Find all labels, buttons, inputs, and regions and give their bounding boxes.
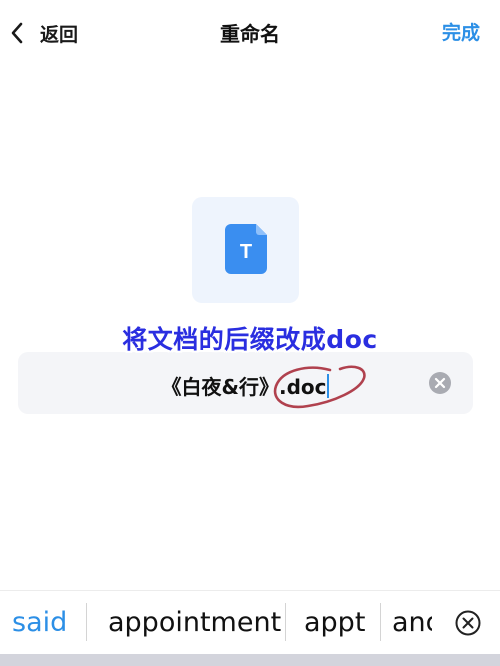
rename-screen: 返回 重命名 完成 T 将文档的后缀改成doc 《白夜&行》.doc said … <box>0 0 500 666</box>
dismiss-suggestions-button[interactable] <box>454 609 482 641</box>
suggestion-item[interactable]: appointment <box>108 607 281 638</box>
clear-input-button[interactable] <box>429 372 451 394</box>
annotation-caption: 将文档的后缀改成doc <box>122 325 378 354</box>
divider <box>285 603 286 641</box>
back-button[interactable]: 返回 <box>10 14 78 52</box>
divider <box>86 603 87 641</box>
text-document-icon: T <box>225 224 267 274</box>
top-bar: 返回 重命名 完成 <box>0 0 500 66</box>
done-button[interactable]: 完成 <box>442 18 480 45</box>
back-label: 返回 <box>40 23 79 46</box>
filename-value: 《白夜&行》.doc <box>18 371 473 400</box>
suggestion-item[interactable]: said <box>12 607 67 638</box>
filename-base: 《白夜&行》 <box>161 375 279 399</box>
suggestion-item[interactable]: appt <box>304 607 365 638</box>
filename-input[interactable]: 《白夜&行》.doc <box>18 352 473 414</box>
file-type-letter: T <box>240 241 252 263</box>
filename-extension: .doc <box>278 375 327 399</box>
chevron-left-icon <box>11 22 23 44</box>
keyboard-top-edge <box>0 654 500 666</box>
text-caret <box>327 374 330 398</box>
suggestion-item[interactable]: and <box>392 607 432 638</box>
close-circle-icon <box>455 610 481 636</box>
keyboard-suggestion-bar: said appointment appt and <box>0 590 500 655</box>
clear-icon <box>434 377 446 389</box>
suggestion-overflow: and <box>392 591 432 655</box>
file-preview: T <box>192 197 299 303</box>
divider <box>380 603 381 641</box>
